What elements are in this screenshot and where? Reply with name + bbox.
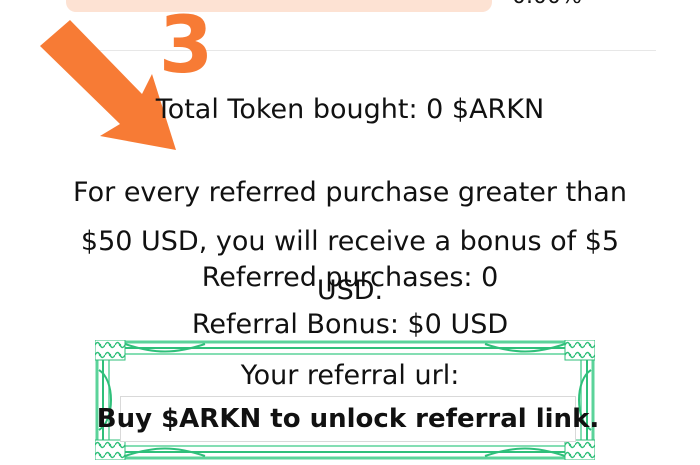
referral-url-label: Your referral url: — [240, 360, 460, 391]
referral-bonus-amount: Referral Bonus: $0 USD — [191, 309, 509, 340]
referred-purchases-count: Referred purchases: 0 — [201, 262, 499, 293]
total-tokens-bought: Total Token bought: 0 $ARKN — [155, 94, 545, 125]
annotation-step-number: 3 — [159, 2, 213, 82]
svg-text:3: 3 — [159, 2, 213, 82]
referral-link-locked-message: Buy $ARKN to unlock referral link. — [96, 404, 600, 434]
referral-link-locked-box: Buy $ARKN to unlock referral link. — [97, 396, 599, 442]
purchase-progress-percent: 0.00% — [512, 0, 582, 8]
